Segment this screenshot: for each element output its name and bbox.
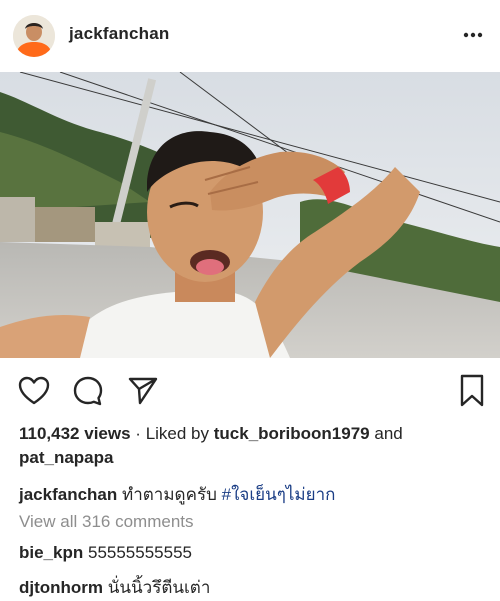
comment-icon[interactable]: [72, 375, 104, 407]
comment-username[interactable]: djtonhorm: [19, 578, 103, 597]
separator: ·: [135, 424, 141, 443]
liked-by-user-2[interactable]: pat_napapa: [19, 448, 113, 467]
comment-text: 55555555555: [87, 543, 192, 562]
action-bar: [0, 368, 500, 412]
caption-text: ทำตามดูครับ: [122, 485, 217, 504]
bookmark-icon[interactable]: [459, 374, 485, 408]
post-header: jackfanchan: [0, 0, 500, 72]
post-image[interactable]: [0, 72, 500, 358]
and-label: and: [374, 424, 403, 443]
heart-icon[interactable]: [18, 376, 50, 406]
more-horizontal-icon[interactable]: [458, 22, 488, 46]
likes-row: 110,432 views · Liked by tuck_boriboon19…: [19, 424, 403, 444]
send-icon[interactable]: [127, 376, 159, 406]
view-all-comments-link[interactable]: View all 316 comments: [19, 512, 194, 532]
caption-username[interactable]: jackfanchan: [19, 485, 117, 504]
comment-text: นั่นนิ้วรึตีนเต่า: [107, 578, 211, 597]
comment-item: bie_kpn 55555555555: [19, 543, 192, 563]
avatar-image: [13, 15, 55, 57]
caption-hashtag[interactable]: #ใจเย็นๆไม่ยาก: [222, 485, 336, 504]
comment-item: djtonhorm นั่นนิ้วรึตีนเต่า: [19, 574, 210, 601]
liked-by-label: Liked by: [145, 424, 210, 443]
views-count[interactable]: 110,432 views: [19, 424, 131, 443]
caption: jackfanchan ทำตามดูครับ #ใจเย็นๆไม่ยาก: [19, 481, 335, 508]
likes-row-continued: pat_napapa: [19, 448, 113, 468]
comment-username[interactable]: bie_kpn: [19, 543, 83, 562]
avatar[interactable]: [13, 15, 55, 57]
liked-by-user[interactable]: tuck_boriboon1979: [214, 424, 370, 443]
author-username[interactable]: jackfanchan: [69, 24, 169, 44]
